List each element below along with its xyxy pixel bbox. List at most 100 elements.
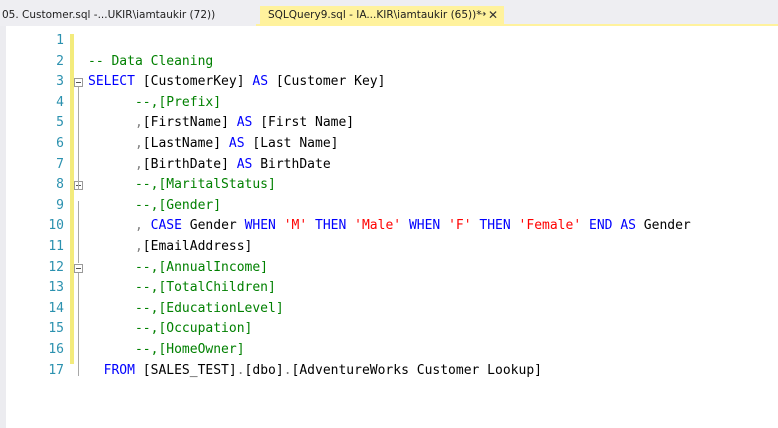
code-token: , bbox=[134, 156, 143, 172]
code-token: [CustomerKey] bbox=[134, 74, 253, 90]
code-token: , bbox=[134, 115, 143, 131]
line-number: 9 bbox=[56, 197, 64, 213]
code-token: [SALES_TEST] bbox=[134, 362, 237, 378]
code-line: ,[BirthDate] AS BirthDate bbox=[88, 155, 691, 176]
code-line: , CASE Gender WHEN 'M' THEN 'Male' WHEN … bbox=[88, 216, 691, 237]
code-token: [dbo] bbox=[244, 362, 284, 378]
code-editor[interactable]: -- Data Cleaning SELECT [CustomerKey] AS … bbox=[88, 31, 691, 381]
code-line: -- Data Cleaning bbox=[88, 52, 691, 73]
code-token: --,[Occupation] bbox=[88, 321, 253, 337]
code-token: --,[AnnualIncome] bbox=[88, 259, 269, 275]
code-token: AS bbox=[236, 156, 253, 172]
tab-sqlquery9-label: SQLQuery9.sql - IA...KIR\iamtaukir (65))… bbox=[268, 9, 482, 21]
code-token: --,[Gender] bbox=[88, 197, 222, 213]
line-number: 17 bbox=[48, 362, 64, 378]
code-token: 'Male' bbox=[354, 218, 402, 234]
line-number: 8 bbox=[56, 177, 64, 193]
line-number: 14 bbox=[48, 300, 64, 316]
line-number: 3 bbox=[56, 74, 64, 90]
code-line: ,[EmailAddress] bbox=[88, 237, 691, 258]
code-line: ,[LastName] AS [Last Name] bbox=[88, 134, 691, 155]
line-number: 2 bbox=[56, 53, 64, 69]
code-token: FROM bbox=[103, 362, 135, 378]
code-line: --,[Gender] bbox=[88, 196, 691, 217]
outline-guide-line bbox=[78, 200, 79, 263]
code-token: 'Female' bbox=[518, 218, 582, 234]
code-line: FROM [SALES_TEST].[dbo].[AdventureWorks … bbox=[88, 361, 691, 382]
code-token: AS bbox=[252, 74, 269, 90]
code-token: . bbox=[236, 362, 245, 378]
line-number: 4 bbox=[56, 94, 64, 110]
code-token: 'M' bbox=[283, 218, 308, 234]
tab-customer-sql-label: 05. Customer.sql -...UKIR\iamtaukir (72)… bbox=[2, 9, 216, 21]
code-token: [LastName] bbox=[142, 135, 229, 151]
code-token: SELECT bbox=[88, 74, 135, 90]
code-line: --,[MaritalStatus] bbox=[88, 175, 691, 196]
code-token: CASE bbox=[150, 218, 182, 234]
line-number: 1 bbox=[56, 33, 64, 48]
code-token: , bbox=[134, 238, 143, 254]
code-token: --,[Prefix] bbox=[88, 94, 222, 110]
code-token: Gender bbox=[181, 218, 245, 234]
code-line: --,[EducationLevel] bbox=[88, 299, 691, 320]
code-token: AS bbox=[228, 135, 245, 151]
tab-sqlquery9[interactable]: SQLQuery9.sql - IA...KIR\iamtaukir (65))… bbox=[260, 6, 504, 26]
code-token: [Last Name] bbox=[244, 135, 339, 151]
close-icon[interactable]: ✕ bbox=[488, 6, 498, 24]
code-token: BirthDate bbox=[252, 156, 331, 172]
code-token: [Customer Key] bbox=[268, 74, 386, 90]
collapse-toggle-icon[interactable] bbox=[74, 78, 83, 88]
pin-icon[interactable]: ⇢ bbox=[478, 6, 486, 24]
code-line: ,[FirstName] AS [First Name] bbox=[88, 113, 691, 134]
code-line: --,[Occupation] bbox=[88, 319, 691, 340]
code-token: THEN bbox=[315, 218, 347, 234]
code-token: 'F' bbox=[448, 218, 472, 234]
code-token: --,[TotalChildren] bbox=[88, 280, 276, 296]
code-token: , bbox=[134, 218, 143, 234]
outline-guide-line bbox=[78, 272, 79, 376]
code-token: , bbox=[134, 135, 143, 151]
code-token: --,[MaritalStatus] bbox=[88, 177, 276, 193]
code-token: [First Name] bbox=[252, 115, 355, 131]
line-number: 11 bbox=[48, 239, 64, 254]
outline-guide-line bbox=[78, 87, 79, 191]
line-number: 5 bbox=[56, 115, 64, 131]
code-line: SELECT [CustomerKey] AS [Customer Key] bbox=[88, 72, 691, 93]
line-number: 15 bbox=[48, 321, 64, 337]
code-token: --,[HomeOwner] bbox=[88, 341, 245, 357]
code-line: --,[Prefix] bbox=[88, 93, 691, 114]
document-tab-bar: 05. Customer.sql -...UKIR\iamtaukir (72)… bbox=[0, 0, 778, 26]
code-token: WHEN bbox=[408, 218, 441, 234]
code-token: [EmailAddress] bbox=[142, 238, 253, 254]
code-token: -- Data Cleaning bbox=[88, 53, 214, 69]
code-token: AS bbox=[620, 218, 636, 234]
tab-customer-sql[interactable]: 05. Customer.sql -...UKIR\iamtaukir (72)… bbox=[0, 6, 256, 26]
collapse-toggle-icon[interactable] bbox=[74, 263, 83, 273]
line-number: 7 bbox=[56, 156, 64, 172]
code-line: --,[HomeOwner] bbox=[88, 340, 691, 361]
code-token: AS bbox=[236, 115, 253, 131]
code-token: --,[EducationLevel] bbox=[88, 300, 284, 316]
line-number: 16 bbox=[48, 342, 64, 357]
line-number: 13 bbox=[48, 280, 64, 296]
code-token: THEN bbox=[479, 218, 511, 234]
code-token: . bbox=[283, 362, 292, 378]
code-token: Gender bbox=[635, 218, 691, 234]
code-line: --,[AnnualIncome] bbox=[88, 258, 691, 279]
line-number: 12 bbox=[48, 259, 64, 275]
